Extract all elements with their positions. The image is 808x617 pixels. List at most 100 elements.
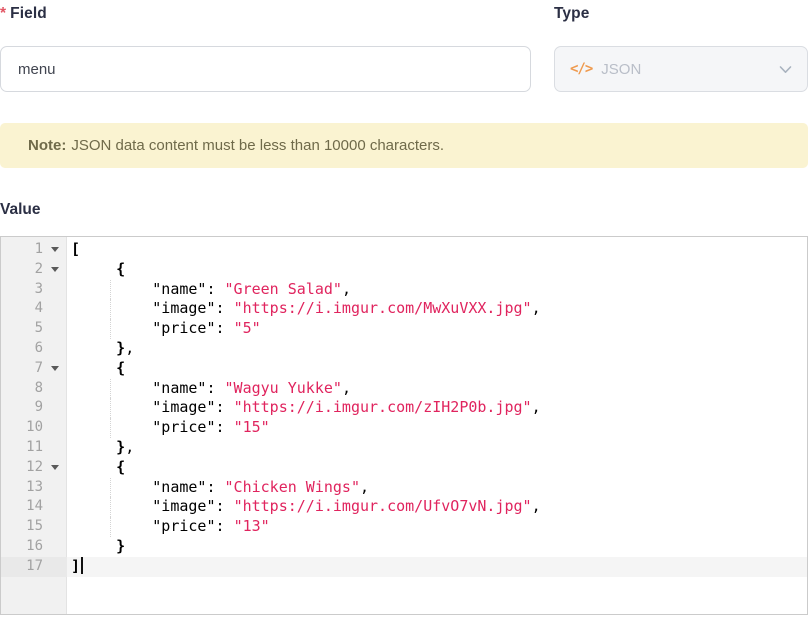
line-number: 3 [1,280,43,300]
json-punct: : [216,517,234,535]
indent-guide [110,280,111,300]
line-gutter: 11 [1,438,67,458]
line-gutter: 13 [1,478,67,498]
line-content: "price": "15" [67,418,807,438]
field-label-text: Field [10,5,47,22]
note-text: JSON data content must be less than 1000… [71,137,444,154]
line-content: ] [67,557,807,577]
json-string: "15" [234,418,270,436]
json-punct: : [216,398,234,416]
field-input[interactable] [0,46,531,92]
line-gutter: 15 [1,517,67,537]
json-punct: { [116,458,125,476]
line-number: 2 [1,260,43,280]
json-punct: , [360,478,369,496]
json-punct [71,280,152,298]
json-punct [71,478,152,496]
line-gutter: 16 [1,537,67,557]
json-key: "price" [152,418,215,436]
note-prefix: Note: [28,137,66,154]
editor-line: 3 "name": "Green Salad", [1,280,807,300]
line-content: } [67,537,807,557]
json-punct [71,398,152,416]
line-content: { [67,260,807,280]
json-editor[interactable]: 1[2 {3 "name": "Green Salad",4 "image": … [0,236,808,615]
json-punct: : [216,418,234,436]
json-punct: , [125,339,134,357]
editor-line: 6 }, [1,339,807,359]
json-punct: , [532,398,541,416]
json-punct: } [116,438,125,456]
line-gutter: 2 [1,260,67,280]
type-select-value: JSON [601,61,778,78]
line-number: 14 [1,497,43,517]
editor-line: 2 { [1,260,807,280]
editor-line: 1[ [1,240,807,260]
json-punct: : [216,299,234,317]
line-content: "image": "https://i.imgur.com/MwXuVXX.jp… [67,299,807,319]
editor-line: 12 { [1,458,807,478]
text-cursor [81,557,83,574]
fold-arrow-icon [51,267,59,272]
indent-guide [110,478,111,498]
json-punct: { [116,359,125,377]
json-punct: , [532,299,541,317]
required-mark: * [0,5,6,22]
json-punct [71,458,116,476]
line-content: "price": "13" [67,517,807,537]
editor-line: 7 { [1,359,807,379]
fold-arrow-icon [51,366,59,371]
line-content: "price": "5" [67,319,807,339]
line-number: 6 [1,339,43,359]
json-punct: : [206,280,224,298]
json-punct: { [116,260,125,278]
indent-guide [110,319,111,339]
fold-toggle[interactable] [43,267,67,272]
indent-guide [110,398,111,418]
json-punct [71,537,116,555]
json-string: "5" [234,319,261,337]
json-punct: ] [71,557,80,575]
json-string: "13" [234,517,270,535]
json-punct: } [116,339,125,357]
line-content: { [67,458,807,478]
line-content: "image": "https://i.imgur.com/UfvO7vN.jp… [67,497,807,517]
json-string: "https://i.imgur.com/MwXuVXX.jpg" [234,299,532,317]
editor-line: 4 "image": "https://i.imgur.com/MwXuVXX.… [1,299,807,319]
line-gutter: 6 [1,339,67,359]
json-punct [71,359,116,377]
fold-toggle[interactable] [43,247,67,252]
chevron-down-icon [778,62,793,77]
indent-guide [110,379,111,399]
line-number: 4 [1,299,43,319]
line-number: 8 [1,379,43,399]
editor-line: 13 "name": "Chicken Wings", [1,478,807,498]
json-punct: : [206,478,224,496]
json-punct [71,418,152,436]
indent-guide [110,517,111,537]
fold-toggle[interactable] [43,465,67,470]
line-number: 13 [1,478,43,498]
fold-toggle[interactable] [43,366,67,371]
json-key: "name" [152,379,206,397]
json-key: "price" [152,319,215,337]
json-key: "image" [152,497,215,515]
type-select[interactable]: </> JSON [554,46,808,92]
editor-lines: 1[2 {3 "name": "Green Salad",4 "image": … [1,237,807,577]
json-punct: , [342,379,351,397]
json-string: "Chicken Wings" [225,478,360,496]
form-grid: *Field Type </> JSON [0,3,808,92]
note-banner: Note: JSON data content must be less tha… [0,123,808,168]
line-gutter: 7 [1,359,67,379]
json-punct [71,339,116,357]
line-content: }, [67,339,807,359]
json-punct [71,299,152,317]
line-gutter: 14 [1,497,67,517]
line-number: 12 [1,458,43,478]
editor-line: 14 "image": "https://i.imgur.com/UfvO7vN… [1,497,807,517]
value-label: Value [0,201,808,219]
json-key: "image" [152,299,215,317]
indent-guide [110,497,111,517]
line-content: [ [67,240,807,260]
line-number: 16 [1,537,43,557]
